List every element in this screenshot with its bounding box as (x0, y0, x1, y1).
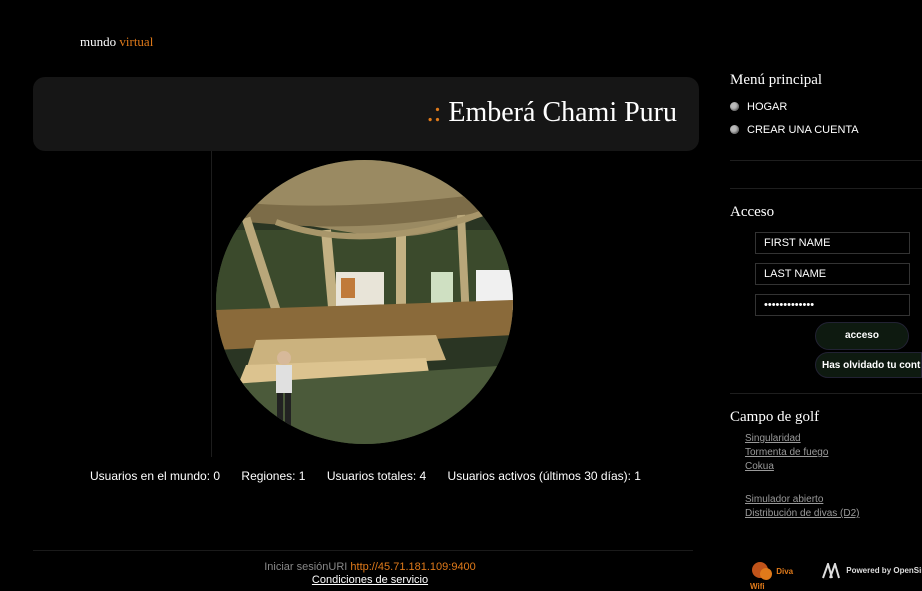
diva-figure-icon (752, 562, 772, 580)
region-title: .: Emberá Chami Puru (427, 97, 677, 129)
terms-of-service-link[interactable]: Condiciones de servicio (312, 574, 428, 586)
menu-item-create-account[interactable]: CREAR UNA CUENTA (730, 124, 859, 136)
scene-drawing (216, 160, 513, 444)
link-opensimulator[interactable]: Simulador abierto (745, 494, 823, 505)
opensimulator-logo[interactable]: Powered by OpenSimulator (822, 560, 922, 587)
menu-item-create-account-label: CREAR UNA CUENTA (747, 124, 859, 136)
region-title-text: Emberá Chami Puru (448, 97, 677, 128)
login-uri-label: Iniciar sesiónURI (264, 561, 348, 573)
stat-active-users: Usuarios activos (últimos 30 días): 1 (447, 469, 641, 483)
forgot-password-button[interactable]: Has olvidado tu contraseña (815, 352, 922, 378)
sidebar-divider (730, 393, 922, 394)
opensim-logo-text: Powered by OpenSimulator (846, 566, 922, 576)
link-firestorm[interactable]: Tormenta de fuego (745, 447, 828, 458)
login-button[interactable]: acceso (815, 322, 909, 350)
link-singularity[interactable]: Singularidad (745, 433, 801, 444)
opensim-mark-icon (822, 560, 840, 579)
link-cokua[interactable]: Cokua (745, 461, 774, 472)
bullet-icon (730, 125, 739, 134)
password-field[interactable]: ••••••••••••• (755, 294, 910, 316)
bullet-icon (730, 102, 739, 111)
menu-item-home[interactable]: HOGAR (730, 101, 787, 113)
login-uri-link[interactable]: http://45.71.181.109:9400 (350, 561, 475, 573)
sidebar-divider (730, 188, 922, 189)
login-heading: Acceso (730, 204, 775, 220)
region-title-prefix: .: (426, 97, 442, 128)
terms-line: Condiciones de servicio (160, 574, 580, 586)
region-title-bar: .: Emberá Chami Puru (33, 77, 699, 151)
links-heading: Campo de golf (730, 409, 820, 425)
stat-total-users: Usuarios totales: 4 (326, 469, 427, 483)
login-uri-line: Iniciar sesiónURI http://45.71.181.109:9… (160, 561, 580, 573)
stat-users-in-world: Usuarios en el mundo: 0 (90, 469, 221, 483)
diva-wifi-logo[interactable]: Diva Wifi (750, 562, 802, 591)
brand-name: mundo (80, 34, 117, 49)
stat-regions: Regiones: 1 (241, 469, 306, 483)
menu-item-home-label: HOGAR (747, 101, 788, 113)
last-name-field[interactable]: LAST NAME (755, 263, 910, 285)
footer-divider (33, 550, 693, 551)
main-menu-heading: Menú principal (730, 72, 823, 88)
grid-statistics: Usuarios en el mundo: 0 Regiones: 1 Usua… (90, 469, 659, 483)
region-screenshot (216, 160, 513, 444)
site-brand[interactable]: mundo virtual (80, 34, 153, 50)
link-diva-distribution[interactable]: Distribución de divas (D2) (745, 508, 860, 519)
first-name-field[interactable]: FIRST NAME (755, 232, 910, 254)
sidebar-divider (730, 160, 922, 161)
brand-accent: virtual (119, 34, 154, 49)
